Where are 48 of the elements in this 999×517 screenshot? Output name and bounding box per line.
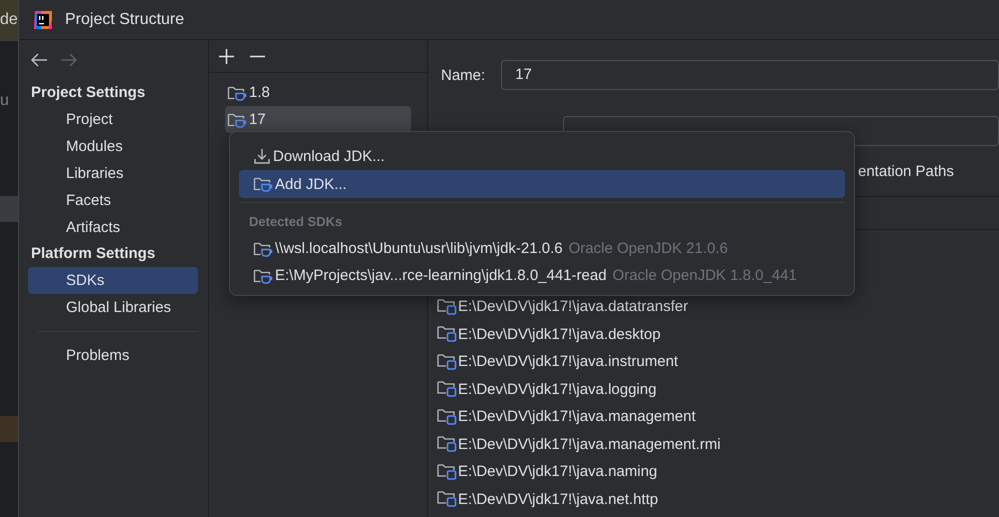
tab[interactable]: entation Paths [858, 162, 954, 180]
back-arrow-icon[interactable] [30, 53, 48, 67]
sidebar-item[interactable]: Facets [28, 187, 198, 214]
jdk-folder-icon [253, 175, 273, 193]
menu-item[interactable]: Add JDK... [239, 170, 845, 198]
group-heading: Detected SDKs [248, 213, 344, 231]
folder-icon [437, 408, 457, 425]
folder-icon [437, 381, 457, 398]
background-text: u [0, 92, 9, 109]
sidebar-item[interactable]: SDKs [28, 267, 198, 294]
add-icon[interactable] [218, 48, 235, 64]
path-item[interactable]: E:\Dev\DV\jdk17!\java.management [437, 403, 696, 430]
section-heading: Platform Settings [30, 244, 156, 264]
folder-icon [437, 436, 457, 452]
sdk-version: Oracle OpenJDK 21.0.6 [568, 240, 728, 257]
sdk-version: Oracle OpenJDK 1.8.0_441 [612, 267, 797, 284]
folder-icon [437, 464, 457, 480]
sdk-path: E:\MyProjects\jav...rce-learning\jdk1.8.0_441-read [275, 267, 607, 284]
path-item[interactable]: E:\Dev\DV\jdk17!\java.desktop [437, 320, 661, 348]
name-field[interactable]: 17 [501, 60, 999, 90]
folder-icon [437, 326, 457, 342]
menu-item[interactable]: Download JDK... [239, 142, 845, 170]
app-logo-icon [33, 10, 53, 30]
sidebar-item[interactable]: Modules [28, 133, 198, 160]
window-title: Project Structure [65, 10, 184, 28]
sdk-list-item[interactable]: 17 [225, 106, 411, 133]
sidebar-item[interactable]: Artifacts [28, 214, 198, 241]
sidebar-item[interactable]: Project [28, 106, 198, 133]
folder-icon [437, 491, 457, 508]
sidebar-item[interactable]: Libraries [28, 160, 198, 187]
sdk-list-item[interactable]: 1.8 [225, 79, 411, 106]
folder-icon [437, 354, 457, 370]
path-item[interactable]: E:\Dev\DV\jdk17!\java.instrument [437, 348, 678, 376]
path-item[interactable]: E:\Dev\DV\jdk17!\java.management.rmi [437, 430, 721, 458]
path-item[interactable]: E:\Dev\DV\jdk17!\java.net.http [437, 486, 658, 513]
detected-sdk-item[interactable]: \\wsl.localhost\Ubuntu\usr\lib\jvm\jdk-21.0.6 Oracle OpenJDK 21.0.6 [239, 235, 845, 262]
background-text: de [0, 11, 18, 29]
download-icon [253, 147, 271, 165]
path-item[interactable]: E:\Dev\DV\jdk17!\java.datatransfer [437, 293, 688, 320]
sidebar-item[interactable]: Problems [28, 342, 198, 369]
path-item[interactable]: E:\Dev\DV\jdk17!\java.logging [437, 376, 656, 403]
folder-icon [437, 298, 457, 315]
path-item[interactable]: E:\Dev\DV\jdk17!\java.naming [437, 458, 658, 486]
detected-sdk-item[interactable]: E:\MyProjects\jav...rce-learning\jdk1.8.0_441-read Oracle OpenJDK 1.8.0_441 [239, 262, 845, 289]
sidebar-item[interactable]: Global Libraries [28, 294, 198, 321]
sdk-path: \\wsl.localhost\Ubuntu\usr\lib\jvm\jdk-21.0.6 [275, 240, 563, 257]
section-heading: Project Settings [30, 83, 146, 103]
field-label: Name: [441, 66, 486, 84]
